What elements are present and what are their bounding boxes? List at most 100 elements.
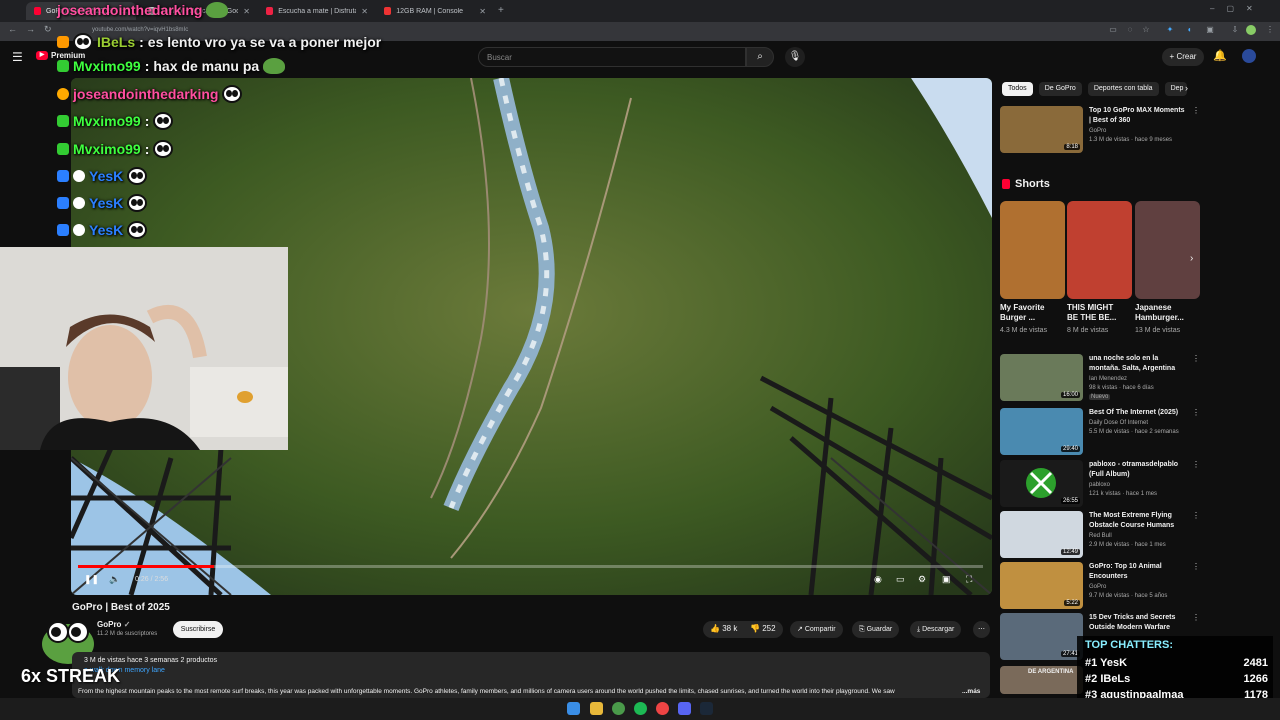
- account-avatar[interactable]: [1242, 49, 1256, 63]
- forward-icon[interactable]: →: [26, 24, 35, 34]
- share-button[interactable]: ↗ Compartir: [790, 621, 843, 638]
- video-thumbnail[interactable]: 5:22: [1000, 562, 1083, 609]
- more-options-icon[interactable]: ⋮: [1192, 562, 1200, 609]
- extension-icon[interactable]: ◐: [1185, 25, 1195, 35]
- volume-icon[interactable]: 🔈: [109, 574, 120, 585]
- vip-badge-icon: [57, 197, 69, 209]
- related-video[interactable]: 8:18 Top 10 GoPro MAX Moments | Best of …: [1000, 106, 1200, 153]
- more-link[interactable]: ...más: [962, 688, 980, 695]
- chip-all[interactable]: Todos: [1002, 82, 1033, 96]
- save-button[interactable]: ⎘ Guardar: [852, 621, 900, 638]
- channel-name[interactable]: GoPro ✓: [97, 620, 130, 629]
- tab-console[interactable]: 12GB RAM | Console ✕: [376, 2, 494, 20]
- file-explorer-icon[interactable]: [590, 702, 603, 715]
- tab-mate[interactable]: Escucha a mate | Disfruta de la✕: [258, 2, 376, 20]
- like-button[interactable]: 👍 38 k: [710, 624, 737, 633]
- more-options-icon[interactable]: ⋮: [1192, 511, 1200, 558]
- short-title[interactable]: My Favorite Burger ...: [1000, 303, 1054, 323]
- new-tab-icon[interactable]: +: [498, 5, 504, 16]
- menu-dots-icon[interactable]: ⋮: [1265, 25, 1275, 35]
- video-thumbnail[interactable]: 26:55: [1000, 460, 1083, 507]
- video-progress-bar[interactable]: [78, 565, 983, 568]
- related-video[interactable]: 29:40 Best Of The Internet (2025) Daily D…: [1000, 408, 1200, 455]
- video-thumbnail[interactable]: 12:49: [1000, 511, 1083, 558]
- subscriber-badge-icon: [57, 36, 69, 48]
- chrome-icon[interactable]: [612, 702, 625, 715]
- video-thumbnail[interactable]: 8:18: [1000, 106, 1083, 153]
- short-thumbnail[interactable]: [1067, 201, 1132, 299]
- eyes-emote-icon: [127, 221, 148, 239]
- search-input[interactable]: Buscar: [478, 47, 746, 67]
- extensions-puzzle-icon[interactable]: ▣: [1205, 25, 1215, 35]
- spotify-icon[interactable]: [634, 702, 647, 715]
- close-tab-icon[interactable]: ✕: [243, 7, 250, 16]
- cast-icon[interactable]: ▭: [1108, 25, 1118, 35]
- short-title[interactable]: THIS MIGHT BE THE BE...: [1067, 303, 1121, 323]
- subscriber-count: 11.2 M de suscriptores: [97, 631, 158, 637]
- menu-icon[interactable]: ☰: [12, 50, 23, 64]
- more-options-icon[interactable]: ⋮: [1192, 460, 1200, 507]
- vip-badge-icon: [57, 224, 69, 236]
- badge-icon: [73, 197, 85, 209]
- download-button[interactable]: ⤓ Descargar: [910, 621, 962, 638]
- create-button[interactable]: + Crear: [1162, 48, 1204, 66]
- close-tab-icon[interactable]: ✕: [479, 7, 486, 16]
- autoplay-toggle-icon[interactable]: ◉: [874, 574, 882, 585]
- video-thumbnail[interactable]: 29:40: [1000, 408, 1083, 455]
- reload-icon[interactable]: ↻: [44, 24, 52, 35]
- miniplayer-icon[interactable]: ▣: [942, 574, 951, 585]
- related-video[interactable]: 12:49 The Most Extreme Flying Obstacle C…: [1000, 511, 1200, 558]
- more-options-icon[interactable]: ⋮: [1192, 354, 1200, 402]
- download-icon[interactable]: ⇩: [1230, 25, 1240, 35]
- chat-line: YesK: [57, 167, 148, 185]
- pause-icon[interactable]: ❚❚: [84, 574, 99, 585]
- back-icon[interactable]: ←: [8, 24, 17, 34]
- microphone-icon[interactable]: 🎙: [785, 47, 805, 67]
- windows-start-icon[interactable]: [567, 702, 580, 715]
- frog-emote-icon: [206, 2, 229, 18]
- settings-gear-icon[interactable]: ⚙: [918, 574, 926, 585]
- download-icon: ⤓: [917, 626, 921, 633]
- video-thumbnail[interactable]: 27:41: [1000, 613, 1083, 660]
- search-icon[interactable]: ⌕: [746, 47, 774, 67]
- notifications-bell-icon[interactable]: 🔔: [1213, 49, 1227, 62]
- youtube-favicon-icon: [34, 7, 42, 15]
- chip-from-gopro[interactable]: De GoPro: [1038, 82, 1082, 96]
- related-video[interactable]: 5:22 GoPro: Top 10 Animal Encounters GoPr…: [1000, 562, 1200, 609]
- chip-sports[interactable]: Dep: [1164, 82, 1187, 96]
- filter-chips: Todos De GoPro Deportes con tabla Dep: [1002, 82, 1187, 96]
- dislike-button[interactable]: 👎 252: [750, 624, 776, 633]
- video-thumbnail[interactable]: DE ARGENTINA: [1000, 666, 1083, 694]
- mate-favicon-icon: [266, 7, 274, 15]
- short-thumbnail[interactable]: [1135, 201, 1200, 299]
- extension-icon[interactable]: ✦: [1165, 25, 1175, 35]
- more-actions-icon[interactable]: ⋯: [973, 621, 990, 638]
- eyes-emote-icon: [127, 194, 148, 212]
- fullscreen-icon[interactable]: ⛶: [966, 574, 972, 585]
- short-title[interactable]: Japanese Hamburger...: [1135, 303, 1189, 323]
- window-controls[interactable]: –▢✕: [1210, 4, 1265, 13]
- bookmark-star-icon[interactable]: ☆: [1141, 25, 1151, 35]
- youtube-play-icon: ▶: [36, 51, 48, 60]
- more-options-icon[interactable]: ⋮: [1192, 408, 1200, 455]
- badge-icon: [57, 88, 69, 100]
- eye-off-icon[interactable]: ◌: [1125, 25, 1135, 35]
- thumbs-up-icon: 👍: [710, 624, 720, 633]
- video-thumbnail[interactable]: 16:00: [1000, 354, 1083, 401]
- share-icon: ↗: [797, 626, 803, 633]
- close-tab-icon[interactable]: ✕: [361, 7, 368, 16]
- more-options-icon[interactable]: ⋮: [1192, 106, 1200, 153]
- related-video[interactable]: 26:55 pabloxo - otramasdelpablo (Full Al…: [1000, 460, 1200, 507]
- subtitles-icon[interactable]: ▭: [896, 574, 905, 585]
- steam-icon[interactable]: [700, 702, 713, 715]
- chip-board-sports[interactable]: Deportes con tabla: [1087, 82, 1159, 96]
- related-video[interactable]: 16:00 una noche solo en la montaña. Salt…: [1000, 354, 1200, 402]
- discord-icon[interactable]: [678, 702, 691, 715]
- chips-next-icon[interactable]: ›: [1185, 83, 1188, 93]
- subscribe-button[interactable]: Suscribirse: [173, 621, 223, 638]
- profile-avatar[interactable]: [1246, 25, 1256, 35]
- app-icon[interactable]: [656, 702, 669, 715]
- shorts-next-icon[interactable]: ›: [1190, 253, 1193, 264]
- short-thumbnail[interactable]: [1000, 201, 1065, 299]
- save-icon: ⎘: [859, 626, 865, 633]
